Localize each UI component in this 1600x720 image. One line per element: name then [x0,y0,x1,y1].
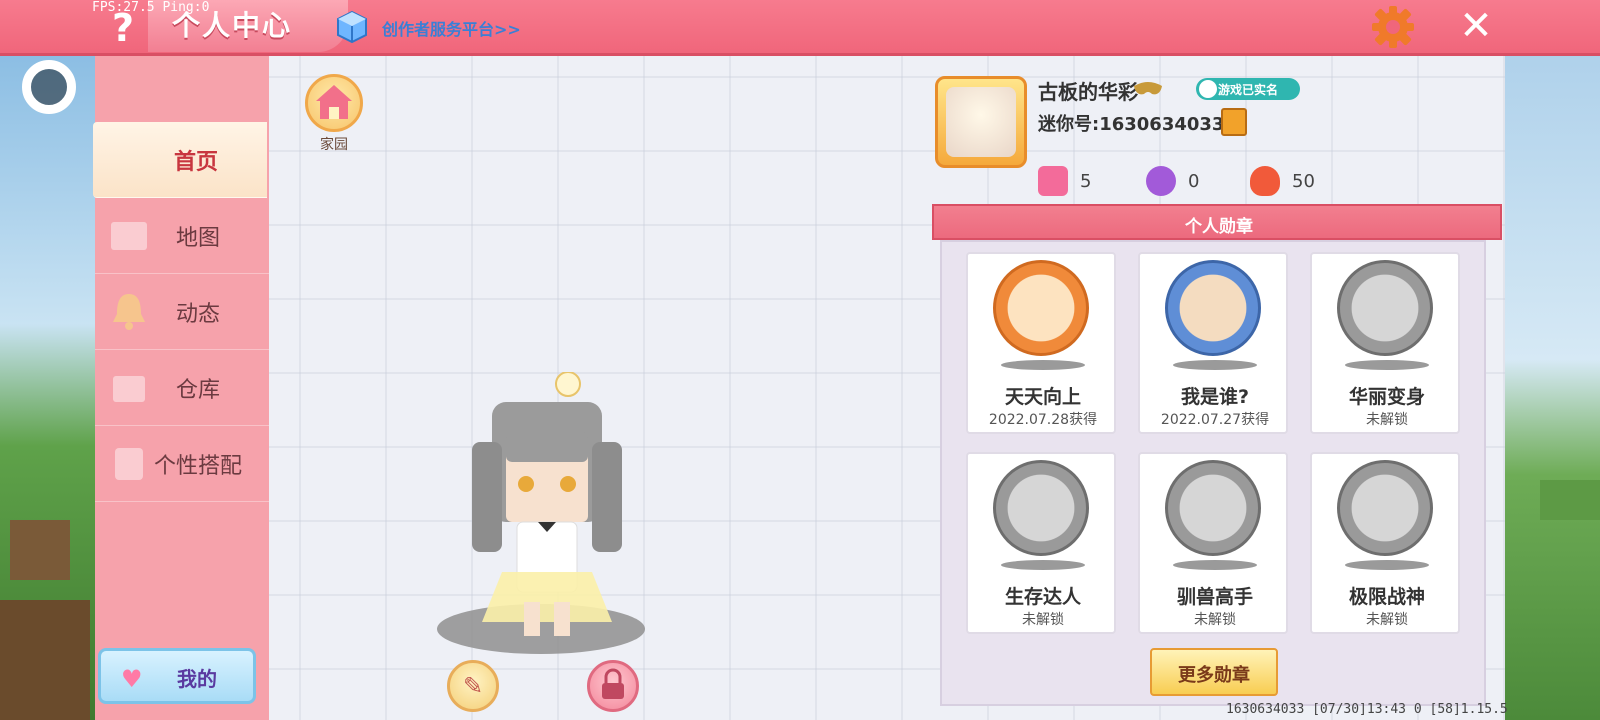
badge-card[interactable]: 我是谁? 2022.07.27获得 [1138,252,1288,434]
lock-icon [602,668,624,699]
sidebar-item-storage[interactable]: 仓库 [95,350,269,426]
sidebar-item-label: 地图 [175,226,220,251]
verified-badge: 游戏已实名 [1196,78,1300,100]
sidebar-item-label: 首页 [173,150,218,175]
footer-info: 1630634033 [07/30]13:43 0 [58]1.15.5 [1226,702,1508,717]
sidebar-item-home[interactable]: 首页 [93,122,267,198]
nickname: 古板的华彩 [1038,80,1138,104]
page-title: 个人中心 [172,9,293,42]
pencil-icon: ✎ [462,672,484,700]
more-badges-button[interactable]: 更多勋章 [1150,648,1278,696]
mini-id: 迷你号:1630634033 [1038,114,1225,135]
sidebar-item-outfit[interactable]: 个性搭配 [95,426,269,502]
gear-icon[interactable] [1370,4,1416,50]
copy-icon[interactable] [1221,108,1247,136]
verified-label: 游戏已实名 [1218,83,1279,97]
badge-pedestal [1173,360,1257,370]
house-icon [316,85,352,119]
badge-pedestal [1345,360,1429,370]
badge-pedestal [1001,360,1085,370]
profile-avatar[interactable] [935,76,1027,168]
badge-status: 未解锁 [1366,612,1408,628]
badge-pedestal [1001,560,1085,570]
sidebar-item-label: 个性搭配 [153,454,242,479]
badges-header: 个人勋章 [932,204,1502,240]
mine-button-label: 我的 [177,667,217,691]
stat-value: 50 [1292,171,1315,192]
horse-icon [1165,460,1261,556]
sidebar-item-label: 动态 [175,302,220,327]
badge-status: 未解锁 [1194,612,1236,628]
badge-name: 驯兽高手 [1176,586,1253,608]
person-check-icon [1199,80,1217,98]
home-button[interactable] [305,74,363,132]
heart-icon: ♥ [121,665,143,693]
sidebar-item-map[interactable]: 地图 [95,198,269,274]
boss-icon [1337,460,1433,556]
badge-status: 未解锁 [1022,612,1064,628]
badges-panel: 天天向上 2022.07.28获得 我是谁? 2022.07.27获得 华丽变身… [940,240,1486,706]
badge-card[interactable]: 天天向上 2022.07.28获得 [966,252,1116,434]
close-icon[interactable]: ✕ [1454,4,1498,48]
sidebar-item-label: 仓库 [175,378,220,403]
badge-status: 2022.07.27获得 [1160,412,1270,428]
badges-title: 个人勋章 [1185,217,1253,237]
creator-platform-link[interactable]: 创作者服务平台>> [382,16,521,40]
badge-card[interactable]: 极限战神 未解锁 [1310,452,1460,634]
badge-status: 未解锁 [1366,412,1408,428]
badge-card[interactable]: 生存达人 未解锁 [966,452,1116,634]
badge-card[interactable]: 驯兽高手 未解锁 [1138,452,1288,634]
badge-name: 华丽变身 [1348,386,1425,408]
lock-button[interactable] [587,660,639,712]
scenery-right [1500,0,1600,720]
mine-button[interactable]: ♥ 我的 [98,648,256,704]
portrait-image [946,87,1016,157]
calendar-check-icon [993,260,1089,356]
sidebar: 首页 地图 动态 仓库 个性搭配 [93,56,269,720]
stat-value: 0 [1188,171,1200,192]
badge-status: 2022.07.28获得 [988,412,1098,428]
creator-cube-icon[interactable] [335,10,369,44]
sidebar-item-feed[interactable]: 动态 [95,274,269,350]
badge-name: 我是谁? [1180,386,1250,408]
fan-icon [1146,166,1176,196]
flame-icon [1250,166,1280,196]
dress-up-icon [1337,260,1433,356]
stat-value: 5 [1080,171,1092,192]
record-button[interactable] [22,60,76,114]
id-card-icon [1165,260,1261,356]
avatar-character[interactable] [462,372,632,652]
home-label: 家园 [320,137,348,153]
badge-card[interactable]: 华丽变身 未解锁 [1310,252,1460,434]
badge-name: 生存达人 [1004,586,1081,608]
badge-name: 极限战神 [1348,586,1425,608]
badge-pedestal [1345,560,1429,570]
campfire-icon [993,460,1089,556]
more-badges-label: 更多勋章 [1178,665,1250,686]
edit-button[interactable]: ✎ [447,660,499,712]
badge-pedestal [1173,560,1257,570]
mask-icon [1134,82,1162,95]
badge-name: 天天向上 [1004,386,1081,408]
star-book-icon [1038,166,1068,196]
